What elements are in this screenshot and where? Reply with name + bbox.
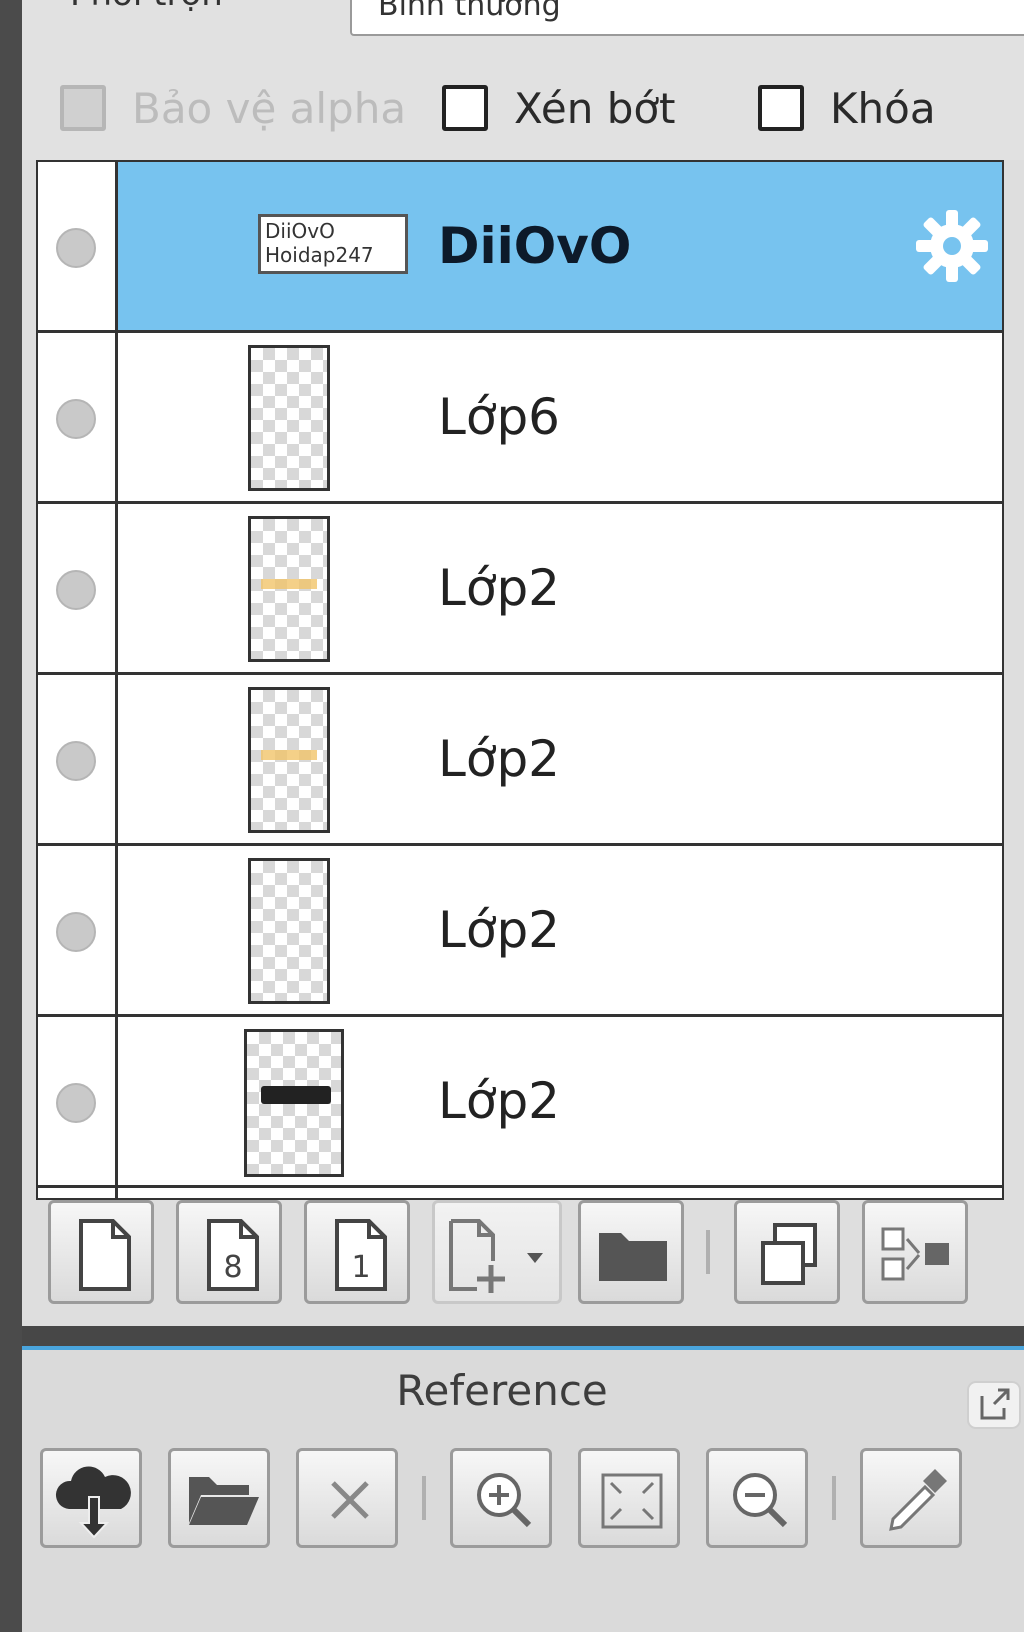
lock-checkbox[interactable]: Khóa (758, 82, 936, 134)
add-layer-dropdown-icon (449, 1219, 543, 1293)
panel-left-edge (0, 0, 22, 1632)
new-folder-button[interactable] (578, 1200, 684, 1304)
panel-divider (22, 1326, 1024, 1346)
layer-row[interactable]: Lớp2 (38, 1017, 1002, 1188)
layer-row[interactable]: Lớp2 (38, 846, 1002, 1017)
visibility-cell[interactable] (38, 333, 118, 501)
blend-mode-row: Phối trộn Bình thường (22, 0, 1024, 60)
visibility-cell[interactable] (38, 1188, 118, 1198)
layer-content[interactable]: Lớp2 (118, 1017, 1002, 1185)
clip-checkbox[interactable]: Xén bớt (442, 82, 676, 134)
layer-row[interactable]: Lớp6 (38, 333, 1002, 504)
layer-content[interactable]: Lớp6 (118, 333, 1002, 501)
blend-mode-label: Phối trộn (70, 0, 223, 14)
cloud-download-icon (55, 1466, 131, 1539)
layer-content[interactable]: Lớp2 (118, 675, 1002, 843)
layer-thumbnail (248, 687, 330, 833)
open-folder-icon (189, 1477, 259, 1525)
layer-row[interactable]: Lớp2 (38, 504, 1002, 675)
import-reference-button[interactable] (40, 1448, 142, 1548)
layer-thumbnail (248, 858, 330, 1004)
thumbnail-stroke (261, 750, 317, 760)
gear-icon[interactable] (912, 206, 992, 286)
clip-box[interactable] (442, 85, 488, 131)
reference-panel: Reference (22, 1350, 1024, 1632)
close-icon (331, 1481, 369, 1519)
thumbnail-stroke (261, 579, 317, 589)
blend-mode-select[interactable]: Bình thường (350, 0, 1024, 36)
open-reference-button[interactable] (168, 1448, 270, 1548)
visibility-cell[interactable] (38, 162, 118, 330)
folder-icon (599, 1233, 667, 1281)
layer-options-row: Bảo vệ alpha Xén bớt Khóa (22, 60, 1024, 160)
clear-reference-button[interactable] (296, 1448, 398, 1548)
group-thumbnail-text-1: DiiOvO (265, 219, 335, 243)
eyedropper-icon (889, 1469, 947, 1531)
svg-text:8: 8 (223, 1250, 242, 1285)
layer-name: Lớp2 (438, 1072, 560, 1130)
protect-alpha-label: Bảo vệ alpha (132, 83, 407, 133)
new-1bit-layer-button[interactable]: 1 (304, 1200, 410, 1304)
protect-alpha-box[interactable] (60, 85, 106, 131)
new-layer-icon (79, 1219, 131, 1291)
layer-name: Lớp2 (438, 559, 560, 617)
clip-label: Xén bớt (514, 83, 676, 133)
zoom-out-icon (733, 1473, 788, 1528)
layer-name: Lớp2 (438, 730, 560, 788)
layer-row-partial[interactable] (38, 1188, 1002, 1198)
layer-thumbnail (248, 345, 330, 491)
add-layer-dropdown-button[interactable] (432, 1200, 562, 1304)
new-8bit-layer-icon: 8 (207, 1219, 259, 1291)
merge-layer-icon (881, 1227, 949, 1281)
new-8bit-layer-button[interactable]: 8 (176, 1200, 282, 1304)
visibility-toggle-icon[interactable] (56, 570, 96, 610)
svg-text:1: 1 (351, 1250, 370, 1285)
group-thumbnail: DiiOvO Hoidap247 (258, 214, 408, 274)
visibility-cell[interactable] (38, 846, 118, 1014)
layer-thumbnail (248, 516, 330, 662)
visibility-toggle-icon[interactable] (56, 1083, 96, 1123)
layer-toolbar: 8 1 (22, 1200, 1024, 1320)
fit-screen-icon (601, 1473, 663, 1529)
lock-label: Khóa (830, 83, 936, 133)
lock-box[interactable] (758, 85, 804, 131)
reference-separator (832, 1476, 836, 1520)
popout-icon[interactable] (966, 1380, 1022, 1430)
layer-thumbnail (244, 1029, 344, 1177)
new-layer-button[interactable] (48, 1200, 154, 1304)
zoom-in-icon (477, 1473, 532, 1528)
visibility-toggle-icon[interactable] (56, 912, 96, 952)
layer-name: Lớp6 (438, 388, 560, 446)
thumbnail-stroke (261, 1086, 331, 1104)
toolbar-separator (706, 1230, 710, 1274)
visibility-toggle-icon[interactable] (56, 228, 96, 268)
visibility-toggle-icon[interactable] (56, 399, 96, 439)
layer-content[interactable]: Lớp2 (118, 846, 1002, 1014)
visibility-toggle-icon[interactable] (56, 741, 96, 781)
blend-mode-value: Bình thường (378, 0, 561, 23)
layer-row[interactable]: Lớp2 (38, 675, 1002, 846)
duplicate-layer-icon (761, 1223, 817, 1285)
layer-row[interactable]: DiiOvO Hoidap247 DiiOvO (38, 162, 1002, 333)
layer-name: Lớp2 (438, 901, 560, 959)
zoom-out-button[interactable] (706, 1448, 808, 1548)
reference-title: Reference (396, 1366, 608, 1415)
visibility-cell[interactable] (38, 675, 118, 843)
layer-list: DiiOvO Hoidap247 DiiOvO Lớp6 Lớp2 Lớp2 L… (36, 160, 1004, 1200)
merge-layer-button[interactable] (862, 1200, 968, 1304)
duplicate-layer-button[interactable] (734, 1200, 840, 1304)
group-thumbnail-text-2: Hoidap247 (265, 243, 374, 267)
new-1bit-layer-icon: 1 (335, 1219, 387, 1291)
eyedropper-button[interactable] (860, 1448, 962, 1548)
reference-separator (422, 1476, 426, 1520)
visibility-cell[interactable] (38, 504, 118, 672)
layer-content[interactable] (118, 1188, 1002, 1198)
visibility-cell[interactable] (38, 1017, 118, 1185)
zoom-in-button[interactable] (450, 1448, 552, 1548)
layer-name: DiiOvO (438, 217, 632, 275)
fit-screen-button[interactable] (578, 1448, 680, 1548)
layer-content[interactable]: Lớp2 (118, 504, 1002, 672)
protect-alpha-checkbox[interactable]: Bảo vệ alpha (60, 82, 406, 134)
layer-content[interactable]: DiiOvO Hoidap247 DiiOvO (118, 162, 1002, 330)
